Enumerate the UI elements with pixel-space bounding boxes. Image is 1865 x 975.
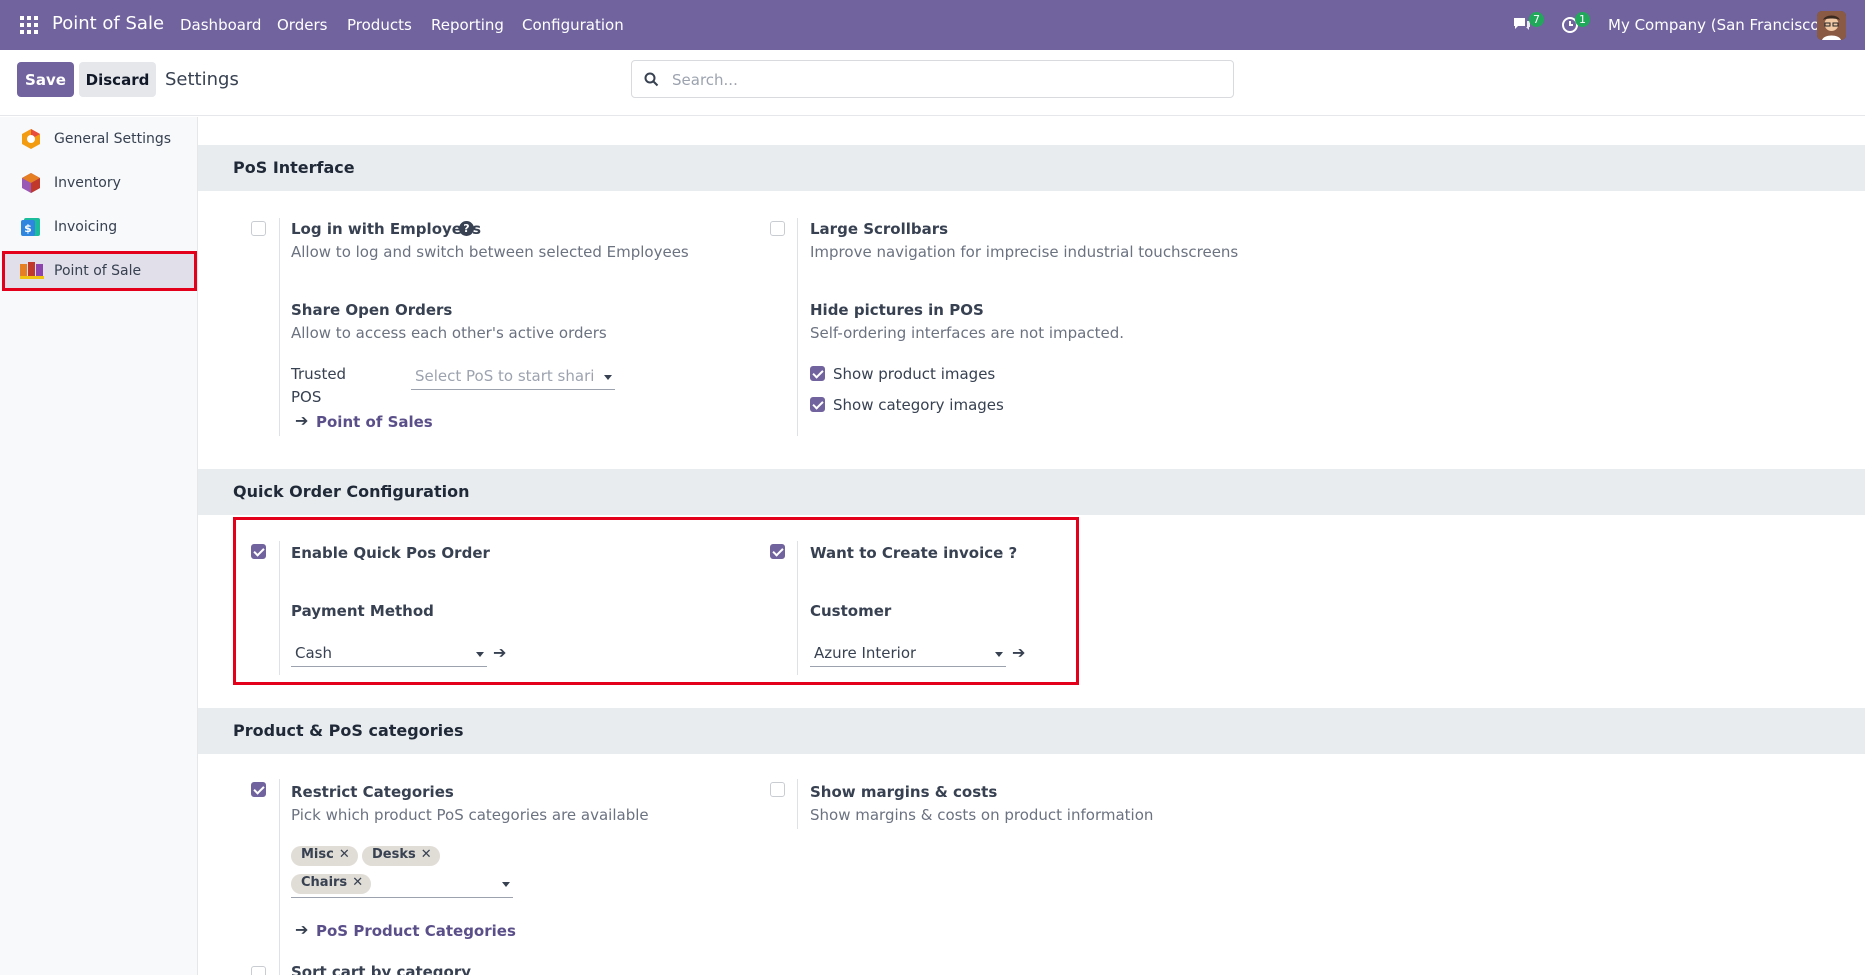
search-icon — [644, 72, 659, 87]
create-invoice-title: Want to Create invoice ? — [810, 544, 1018, 562]
settings-sidebar: General Settings Inventory $ Invoicing P… — [0, 117, 198, 975]
remove-tag-icon[interactable]: ✕ — [421, 847, 432, 862]
trusted-pos-label-2: POS — [291, 388, 322, 406]
share-orders-desc: Allow to access each other's active orde… — [291, 324, 607, 342]
divider — [279, 218, 280, 436]
show-margins-title: Show margins & costs — [810, 783, 998, 801]
page-title: Settings — [165, 69, 239, 90]
customer-label: Customer — [810, 602, 892, 620]
divider — [797, 541, 798, 675]
large-scrollbars-desc: Improve navigation for imprecise industr… — [810, 243, 1239, 261]
enable-quick-order-checkbox[interactable] — [251, 544, 266, 559]
sort-cart-title: Sort cart by category — [291, 963, 472, 975]
section-title: Quick Order Configuration — [233, 482, 470, 501]
menu-reporting[interactable]: Reporting — [431, 16, 504, 34]
sidebar-item-inventory[interactable]: Inventory — [2, 163, 197, 203]
invoicing-icon: $ — [20, 216, 42, 238]
menu-products[interactable]: Products — [347, 16, 412, 34]
user-avatar[interactable] — [1817, 11, 1846, 40]
section-quick-order: Quick Order Configuration — [198, 469, 1865, 515]
share-orders-title: Share Open Orders — [291, 301, 453, 319]
category-tag: Desks ✕ — [362, 846, 440, 866]
divider — [279, 779, 280, 975]
point-of-sale-icon — [20, 260, 44, 282]
show-product-images-checkbox[interactable] — [810, 366, 825, 381]
customer-value: Azure Interior — [814, 644, 917, 662]
menu-dashboard[interactable]: Dashboard — [180, 16, 261, 34]
tag-label: Desks — [372, 847, 416, 862]
trusted-pos-label: Trusted — [291, 365, 347, 383]
payment-method-label: Payment Method — [291, 602, 434, 620]
category-tag: Misc ✕ — [291, 846, 358, 866]
arrow-right-icon: ➔ — [295, 411, 309, 430]
activities-badge: 1 — [1575, 12, 1590, 27]
show-margins-checkbox[interactable] — [770, 782, 785, 797]
menu-orders[interactable]: Orders — [277, 16, 327, 34]
save-button[interactable]: Save — [17, 62, 74, 97]
large-scrollbars-title: Large Scrollbars — [810, 220, 949, 238]
payment-method-select[interactable]: Cash — [291, 641, 487, 667]
sidebar-item-label: General Settings — [54, 131, 172, 147]
restrict-categories-desc: Pick which product PoS categories are av… — [291, 806, 649, 824]
show-category-images-label: Show category images — [833, 396, 1004, 414]
pos-product-categories-link[interactable]: PoS Product Categories — [316, 922, 516, 940]
chevron-down-icon — [502, 882, 510, 887]
show-category-images-checkbox[interactable] — [810, 397, 825, 412]
svg-text:$: $ — [24, 222, 32, 235]
search-box[interactable] — [631, 60, 1234, 98]
messages-badge: 7 — [1529, 12, 1544, 27]
inventory-icon — [20, 172, 42, 194]
section-title: PoS Interface — [233, 158, 355, 177]
hide-pictures-title: Hide pictures in POS — [810, 301, 984, 319]
chevron-down-icon — [476, 652, 484, 657]
payment-method-value: Cash — [295, 644, 332, 662]
sort-cart-checkbox[interactable] — [251, 966, 266, 975]
menu-configuration[interactable]: Configuration — [522, 16, 624, 34]
tag-label: Misc — [301, 847, 334, 862]
sidebar-item-general-settings[interactable]: General Settings — [2, 119, 197, 159]
point-of-sales-link[interactable]: Point of Sales — [316, 413, 433, 431]
company-switcher[interactable]: My Company (San Francisco) — [1608, 16, 1825, 34]
customer-select[interactable]: Azure Interior — [810, 641, 1006, 667]
login-employees-desc: Allow to log and switch between selected… — [291, 243, 689, 261]
divider — [797, 218, 798, 436]
top-navbar: Point of Sale Dashboard Orders Products … — [0, 0, 1865, 50]
sidebar-item-label: Inventory — [54, 175, 121, 191]
chevron-down-icon — [604, 375, 612, 380]
login-employees-checkbox[interactable] — [251, 221, 266, 236]
trusted-pos-placeholder: Select PoS to start shari… — [415, 367, 595, 385]
login-employees-title: Log in with Employees — [291, 220, 482, 238]
search-input[interactable] — [672, 69, 1212, 91]
sidebar-item-label: Point of Sale — [54, 263, 142, 279]
show-product-images-label: Show product images — [833, 365, 996, 383]
sidebar-item-point-of-sale[interactable]: Point of Sale — [2, 251, 197, 291]
open-record-arrow-icon[interactable]: ➔ — [1012, 643, 1025, 662]
hide-pictures-desc: Self-ordering interfaces are not impacte… — [810, 324, 1125, 342]
divider — [279, 541, 280, 675]
sidebar-item-label: Invoicing — [54, 219, 118, 235]
app-brand[interactable]: Point of Sale — [52, 13, 164, 34]
odoo-settings-icon — [20, 128, 42, 150]
arrow-right-icon: ➔ — [295, 920, 309, 939]
enable-quick-order-title: Enable Quick Pos Order — [291, 544, 490, 562]
create-invoice-checkbox[interactable] — [770, 544, 785, 559]
section-title: Product & PoS categories — [233, 721, 464, 740]
discard-button[interactable]: Discard — [79, 62, 156, 97]
section-product-categories: Product & PoS categories — [198, 708, 1865, 754]
open-record-arrow-icon[interactable]: ➔ — [493, 643, 506, 662]
apps-grid-icon[interactable] — [20, 16, 38, 34]
large-scrollbars-checkbox[interactable] — [770, 221, 785, 236]
trusted-pos-select[interactable]: Select PoS to start shari… — [411, 364, 615, 390]
help-icon[interactable]: ? — [459, 221, 474, 236]
restrict-categories-title: Restrict Categories — [291, 783, 454, 801]
categories-many2many-input[interactable] — [291, 871, 513, 898]
section-pos-interface: PoS Interface — [198, 145, 1865, 191]
chevron-down-icon — [995, 652, 1003, 657]
remove-tag-icon[interactable]: ✕ — [339, 847, 350, 862]
divider — [797, 779, 798, 829]
show-margins-desc: Show margins & costs on product informat… — [810, 806, 1154, 824]
restrict-categories-checkbox[interactable] — [251, 782, 266, 797]
sidebar-item-invoicing[interactable]: $ Invoicing — [2, 207, 197, 247]
